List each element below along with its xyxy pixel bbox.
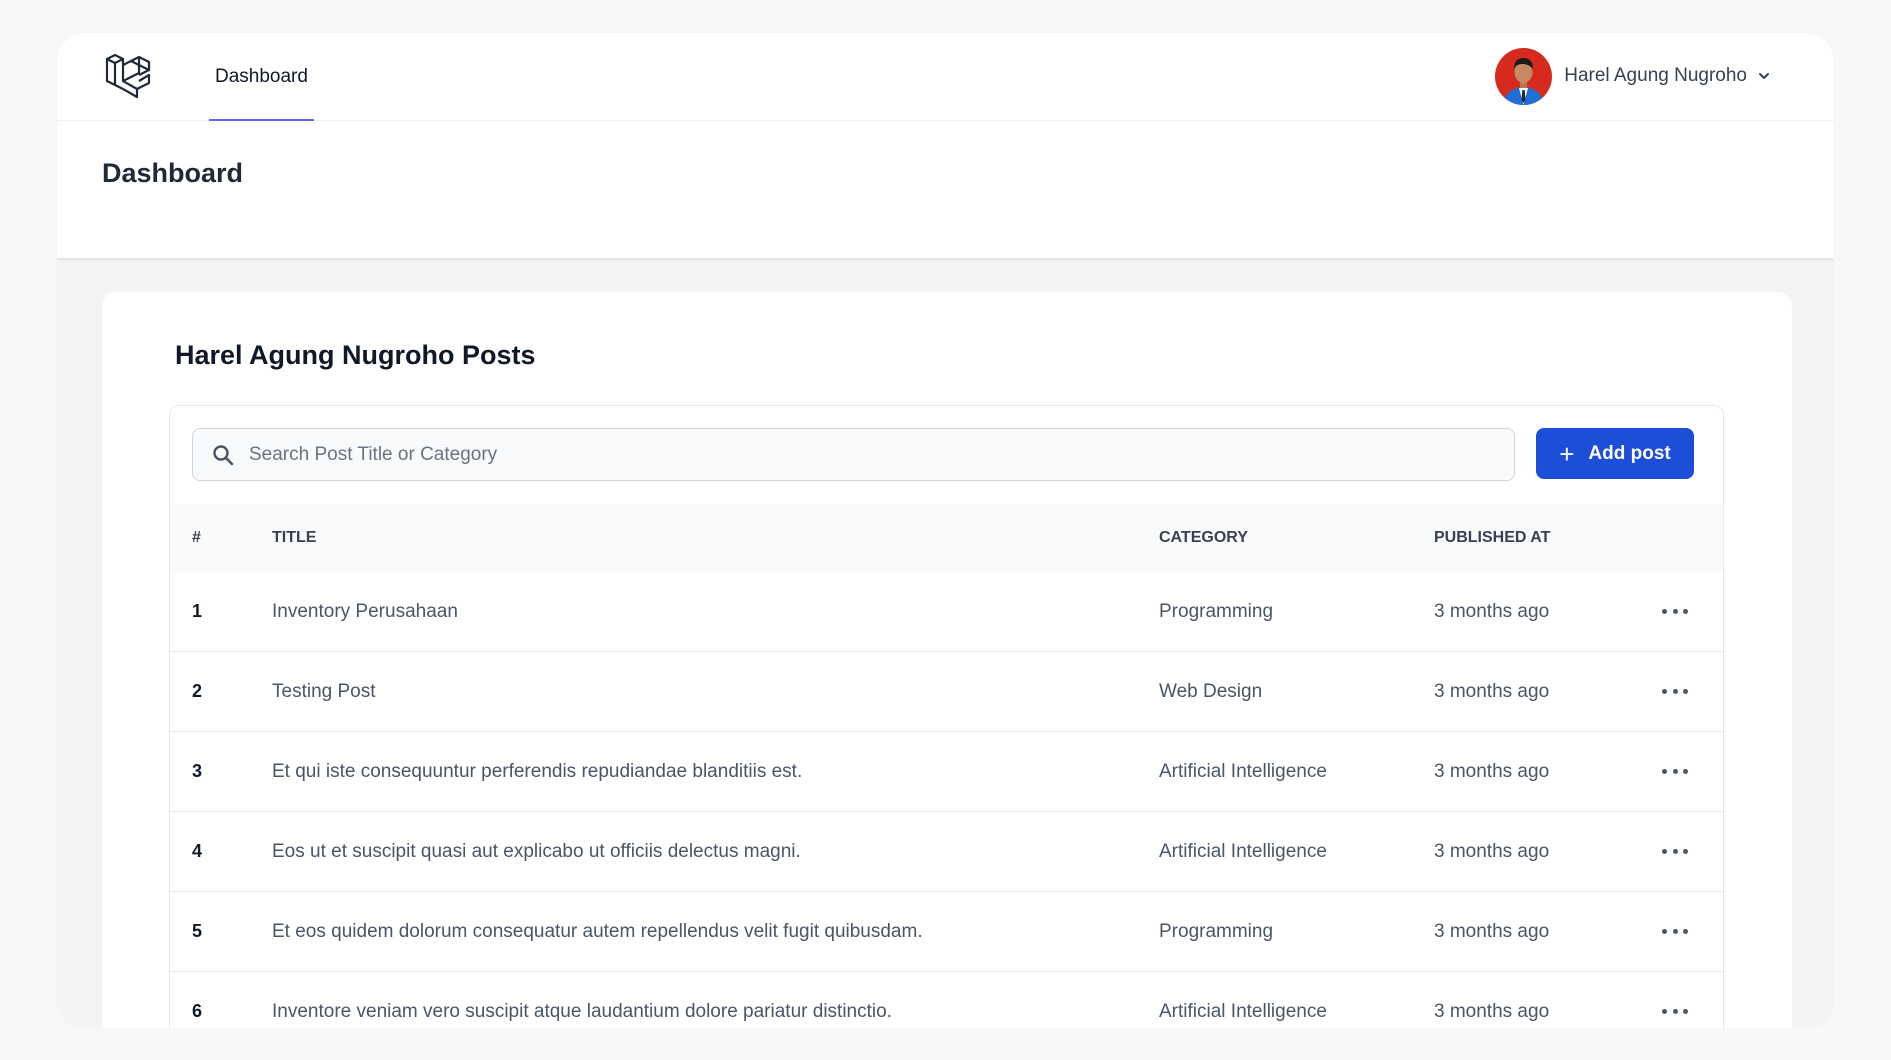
row-number: 1 xyxy=(192,601,203,621)
row-title: Inventory Perusahaan xyxy=(272,600,458,622)
more-horizontal-icon[interactable] xyxy=(1662,972,1688,1028)
column-header-category[interactable]: Category xyxy=(1159,504,1248,572)
more-horizontal-icon[interactable] xyxy=(1662,652,1688,731)
row-category: Artificial Intelligence xyxy=(1159,1000,1327,1022)
row-title: Et eos quidem dolorum consequatur autem … xyxy=(272,920,923,942)
table-row: 4 Eos ut et suscipit quasi aut explicabo… xyxy=(170,812,1723,892)
row-published-at: 3 months ago xyxy=(1434,920,1550,942)
row-number: 6 xyxy=(192,1001,203,1021)
avatar xyxy=(1495,47,1553,105)
search-input[interactable] xyxy=(249,429,1514,480)
chevron-down-icon xyxy=(1759,73,1769,79)
row-published-at: 3 months ago xyxy=(1434,760,1550,782)
posts-heading: Harel Agung Nugroho Posts xyxy=(175,340,536,370)
column-header-published-at[interactable]: Published At xyxy=(1434,504,1550,572)
row-category: Artificial Intelligence xyxy=(1159,760,1327,782)
posts-card: Harel Agung Nugroho Posts + Add post # T… xyxy=(102,292,1792,1028)
more-horizontal-icon[interactable] xyxy=(1662,732,1688,811)
row-number: 3 xyxy=(192,761,203,781)
table-row: 6 Inventore veniam vero suscipit atque l… xyxy=(170,972,1723,1028)
row-category: Programming xyxy=(1159,600,1274,622)
row-published-at: 3 months ago xyxy=(1434,600,1550,622)
posts-table: + Add post # Title Category Published At… xyxy=(169,405,1724,1028)
table-row: 5 Et eos quidem dolorum consequatur aute… xyxy=(170,892,1723,972)
row-published-at: 3 months ago xyxy=(1434,680,1550,702)
search-icon xyxy=(213,444,234,465)
user-name: Harel Agung Nugroho xyxy=(1564,65,1747,86)
row-category: Programming xyxy=(1159,920,1274,942)
row-number: 4 xyxy=(192,841,203,861)
search-box xyxy=(192,428,1515,481)
row-category: Web Design xyxy=(1159,680,1263,702)
table-row: 2 Testing Post Web Design 3 months ago xyxy=(170,652,1723,732)
row-title: Et qui iste consequuntur perferendis rep… xyxy=(272,760,803,782)
add-post-button[interactable]: + Add post xyxy=(1536,428,1694,479)
more-horizontal-icon[interactable] xyxy=(1662,892,1688,971)
row-title: Eos ut et suscipit quasi aut explicabo u… xyxy=(272,840,801,862)
row-number: 5 xyxy=(192,921,203,941)
column-header-number: # xyxy=(192,529,201,546)
more-horizontal-icon[interactable] xyxy=(1662,572,1688,651)
row-published-at: 3 months ago xyxy=(1434,840,1550,862)
nav-link-dashboard[interactable]: Dashboard xyxy=(209,33,314,121)
table-row: 1 Inventory Perusahaan Programming 3 mon… xyxy=(170,572,1723,652)
laravel-logo-icon[interactable] xyxy=(103,51,153,101)
page-header: Dashboard xyxy=(57,121,1834,258)
column-header-title[interactable]: Title xyxy=(272,504,316,572)
page-title: Dashboard xyxy=(102,158,244,188)
plus-icon: + xyxy=(1559,438,1575,469)
app-window: Dashboard Harel Agung Nugroho Dashboard … xyxy=(57,33,1834,1028)
top-navigation: Dashboard Harel Agung Nugroho xyxy=(57,33,1834,121)
table-body: 1 Inventory Perusahaan Programming 3 mon… xyxy=(170,572,1723,1028)
table-row: 3 Et qui iste consequuntur perferendis r… xyxy=(170,732,1723,812)
row-published-at: 3 months ago xyxy=(1434,1000,1550,1022)
row-category: Artificial Intelligence xyxy=(1159,840,1327,862)
row-title: Inventore veniam vero suscipit atque lau… xyxy=(272,1000,892,1022)
table-header: # Title Category Published At xyxy=(170,504,1723,572)
user-menu[interactable]: Harel Agung Nugroho xyxy=(1495,47,1771,105)
add-post-label: Add post xyxy=(1588,442,1671,464)
row-title: Testing Post xyxy=(272,680,376,702)
more-horizontal-icon[interactable] xyxy=(1662,812,1688,891)
row-number: 2 xyxy=(192,681,203,701)
